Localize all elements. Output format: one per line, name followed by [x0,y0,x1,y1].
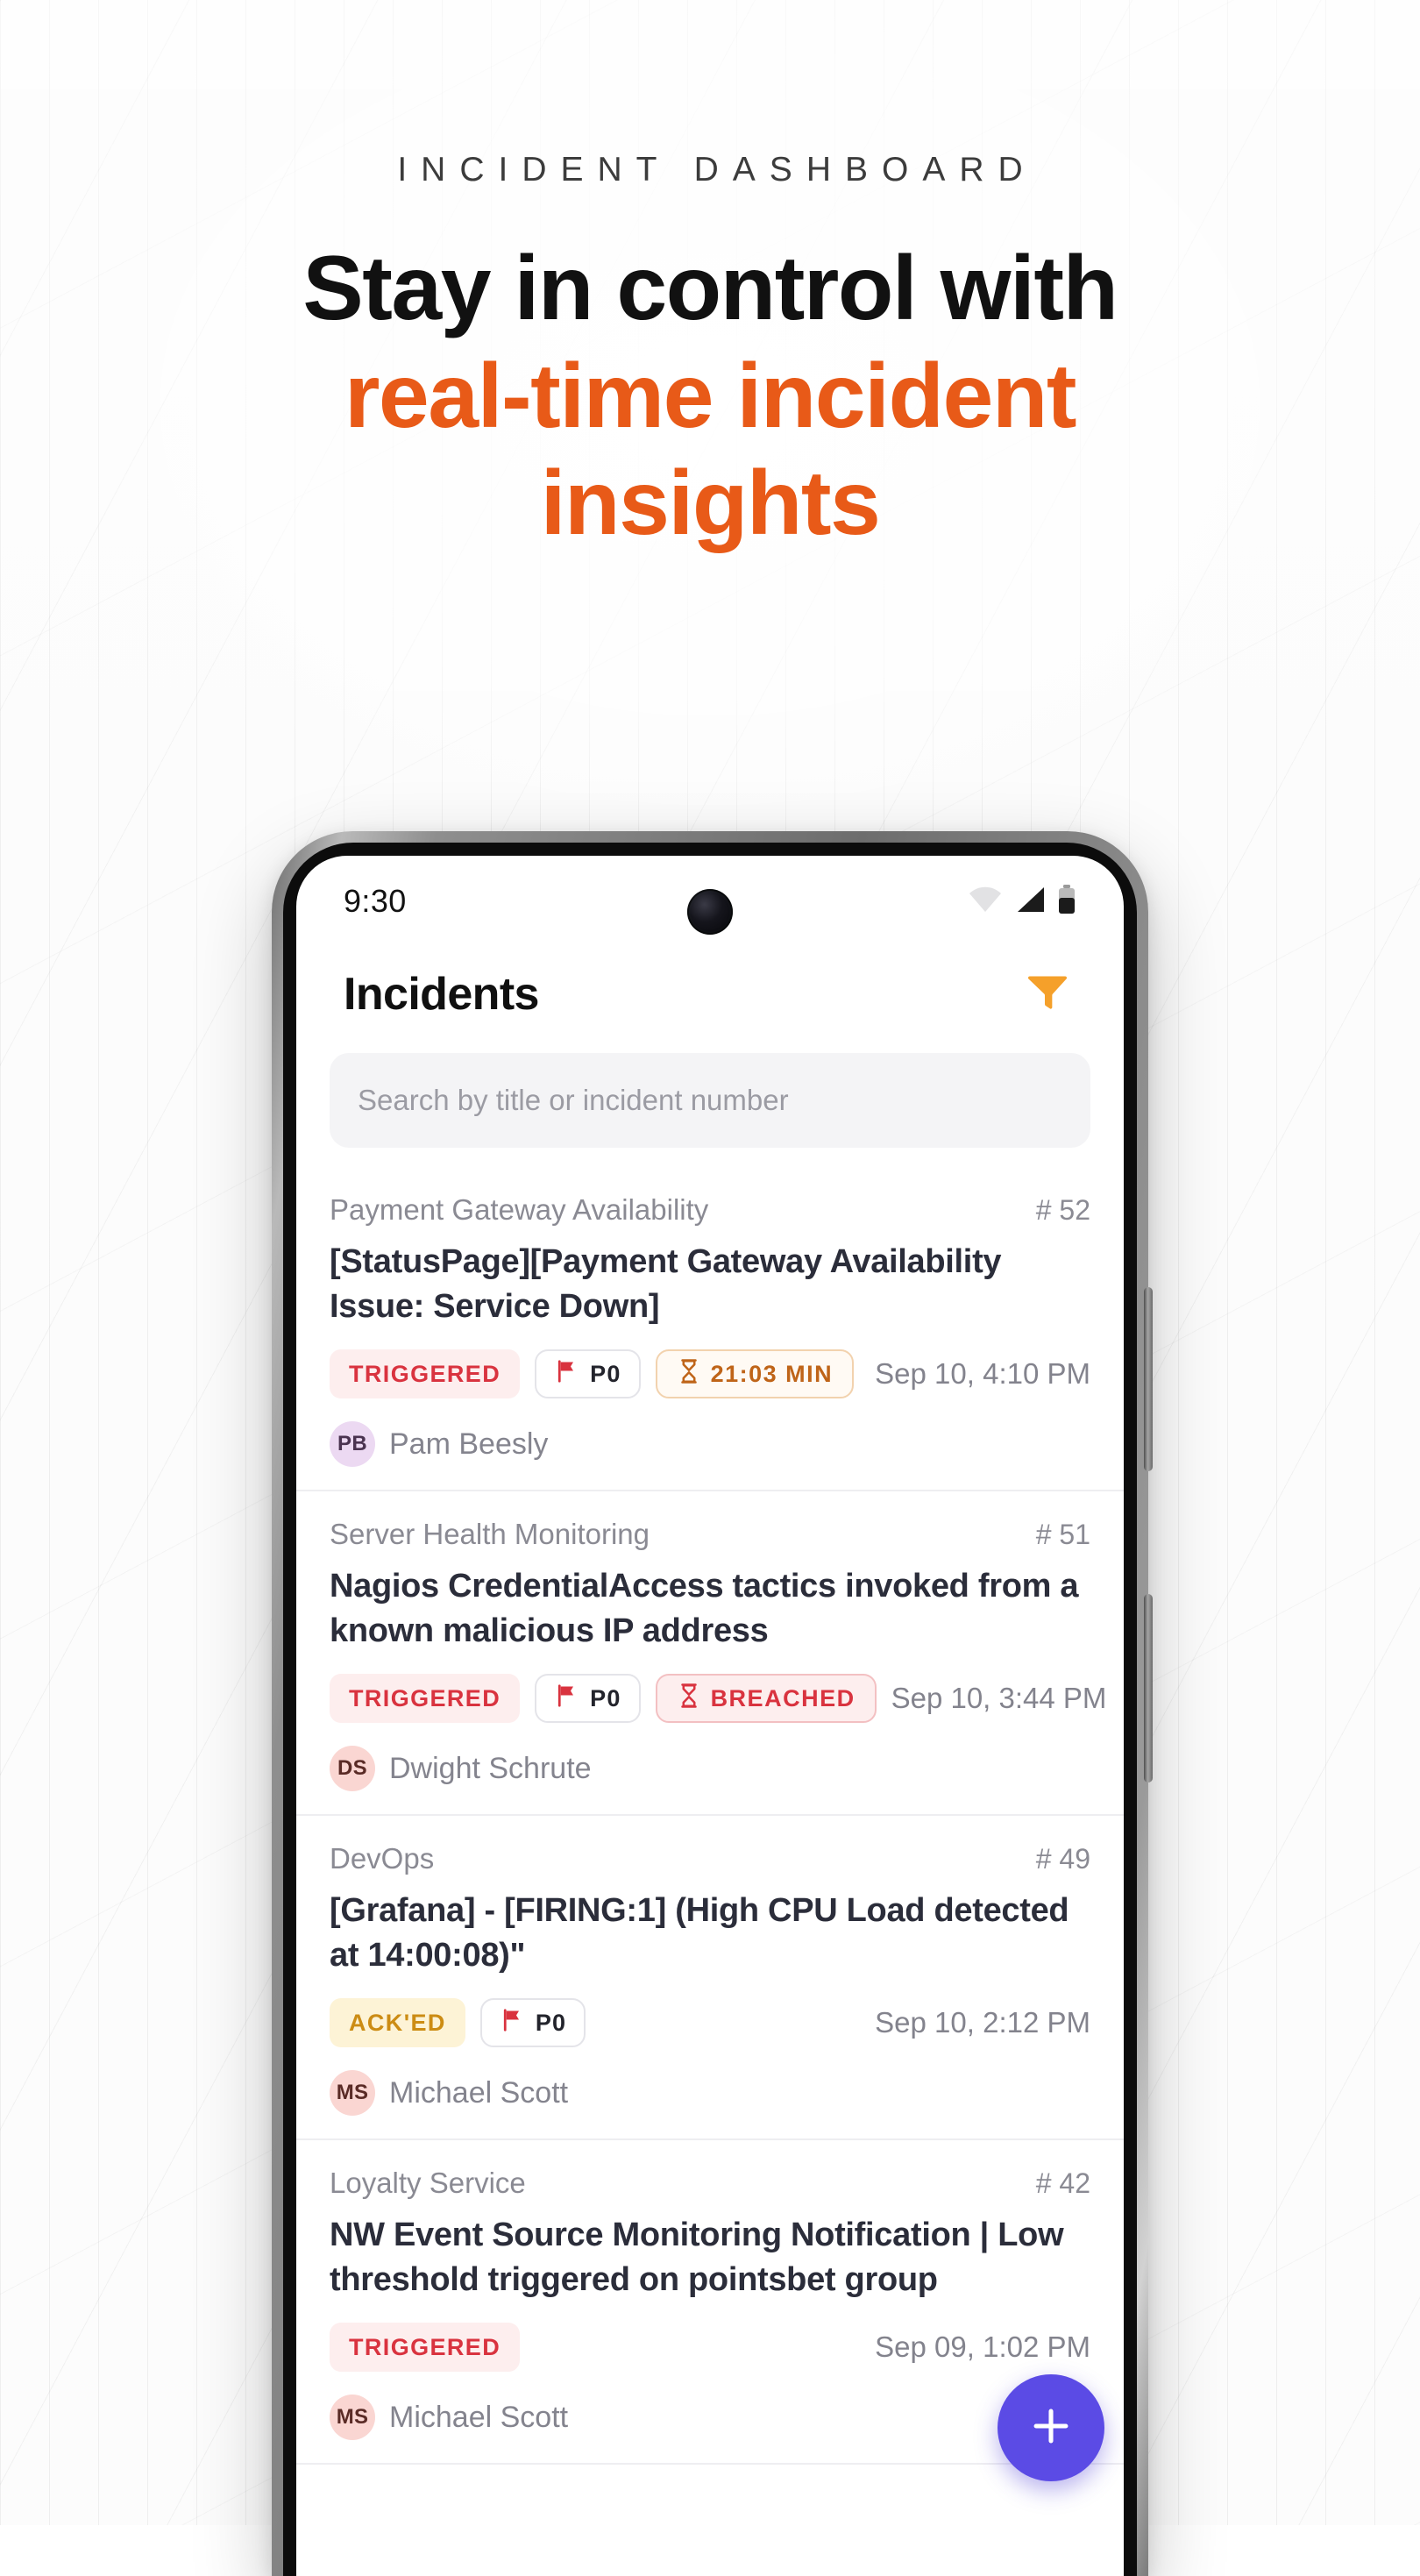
cellular-signal-icon [1014,886,1046,917]
incident-card-header: Payment Gateway Availability # 52 [330,1193,1090,1227]
incident-card-header: Loyalty Service # 42 [330,2167,1090,2200]
power-button[interactable] [1144,1594,1153,1783]
flag-icon [554,1358,580,1391]
incident-service: Payment Gateway Availability [330,1193,709,1226]
volume-button[interactable] [1144,1287,1153,1471]
incident-assignee[interactable]: PB Pam Beesly [330,1421,1090,1468]
incident-card[interactable]: Server Health Monitoring # 51 Nagios Crede… [296,1491,1124,1817]
incident-assignee[interactable]: MS Michael Scott [330,2395,1090,2441]
front-camera-punch-hole [687,889,733,935]
incident-list: Payment Gateway Availability # 52 [StatusP… [296,1167,1124,2466]
incident-service: Loyalty Service [330,2167,526,2200]
phone-screen: 9:30 Incidents Search by title or incide… [296,856,1124,2576]
incident-timestamp: Sep 10, 2:12 PM [875,2006,1090,2039]
incident-title: [Grafana] - [FIRING:1] (High CPU Load de… [330,1892,1069,1974]
phone-mockup: 9:30 Incidents Search by title or incide… [272,831,1153,2576]
priority-badge: P0 [479,1998,586,2048]
headline-line-1: Stay in control with [302,238,1118,339]
priority-badge: P0 [535,1349,641,1399]
sla-timer-badge-label: 21:03 MIN [710,1360,834,1387]
avatar: DS [330,1746,375,1792]
priority-label: P0 [535,2009,567,2036]
incident-service: DevOps [330,1842,435,1875]
status-badge: TRIGGERED [330,1349,521,1399]
battery-icon [1057,884,1076,919]
app-bar: Incidents [296,947,1124,1034]
hourglass-icon [677,1358,701,1391]
assignee-name: Michael Scott [389,2400,569,2434]
priority-badge: P0 [535,1674,641,1724]
assignee-name: Pam Beesly [389,1427,549,1461]
avatar: MS [330,2070,375,2117]
sla-breached-badge-label: BREACHED [710,1684,856,1711]
avatar: MS [330,2395,375,2441]
incident-timestamp: Sep 10, 3:44 PM [891,1682,1107,1715]
assignee-name: Michael Scott [389,2075,569,2110]
incident-number: # 52 [1035,1194,1090,1226]
assignee-name: Dwight Schrute [389,1751,592,1785]
hero-section: INCIDENT DASHBOARD Stay in control with … [0,0,1420,558]
incident-assignee[interactable]: DS Dwight Schrute [330,1746,1090,1792]
flag-icon [500,2007,526,2039]
incident-number: # 51 [1035,1519,1090,1551]
add-incident-fab[interactable] [998,2374,1104,2481]
incident-number: # 42 [1035,2167,1090,2200]
plus-icon [1026,2401,1076,2456]
incident-service: Server Health Monitoring [330,1518,650,1551]
filter-funnel-icon [1024,976,1071,1019]
eyebrow-label: INCIDENT DASHBOARD [397,151,1037,189]
incident-meta-row: ACK'ED P0 Sep 10, 2:12 PM [330,1998,1090,2048]
incident-card[interactable]: DevOps # 49 [Grafana] - [FIRING:1] (High C… [296,1816,1124,2141]
incident-timestamp: Sep 09, 1:02 PM [875,2330,1090,2364]
status-badge: TRIGGERED [330,2323,521,2373]
priority-label: P0 [590,1360,621,1387]
incident-title: Nagios CredentialAccess tactics invoked … [330,1568,1079,1649]
status-bar: 9:30 [296,856,1124,947]
incident-card-header: DevOps # 49 [330,1842,1090,1875]
incident-meta-row: TRIGGERED Sep 09, 1:02 PM [330,2323,1090,2373]
sla-timer-badge: 21:03 MIN [655,1349,855,1399]
incident-title: NW Event Source Monitoring Notification … [330,2217,1064,2298]
status-icons [968,884,1076,919]
flag-icon [554,1683,580,1715]
incident-number: # 49 [1035,1843,1090,1875]
page-title: Stay in control with real-time incident … [0,235,1420,558]
incident-assignee[interactable]: MS Michael Scott [330,2070,1090,2117]
hourglass-icon [677,1683,701,1715]
priority-label: P0 [590,1684,621,1711]
sla-breached-badge: BREACHED [655,1674,877,1724]
headline-line-3: insights [540,452,881,555]
incident-title: [StatusPage][Payment Gateway Availabilit… [330,1243,1002,1325]
headline-line-2: real-time incident [344,345,1077,447]
screen-title: Incidents [344,968,539,1020]
incident-meta-row: TRIGGERED P0 21:03 MIN Sep 10, 4:10 PM [330,1349,1090,1399]
avatar: PB [330,1421,375,1468]
incident-card-header: Server Health Monitoring # 51 [330,1518,1090,1551]
search-container [296,1034,1124,1148]
search-input[interactable] [330,1053,1090,1148]
status-time: 9:30 [344,883,407,919]
wifi-icon [968,886,1003,917]
incident-meta-row: TRIGGERED P0 BREACHED Sep 10, 3:44 PM [330,1674,1106,1724]
incident-timestamp: Sep 10, 4:10 PM [875,1357,1090,1391]
incident-card[interactable]: Payment Gateway Availability # 52 [StatusP… [296,1167,1124,1492]
status-badge: ACK'ED [330,1998,465,2048]
filter-button[interactable] [1019,963,1076,1025]
status-badge: TRIGGERED [330,1674,521,1724]
